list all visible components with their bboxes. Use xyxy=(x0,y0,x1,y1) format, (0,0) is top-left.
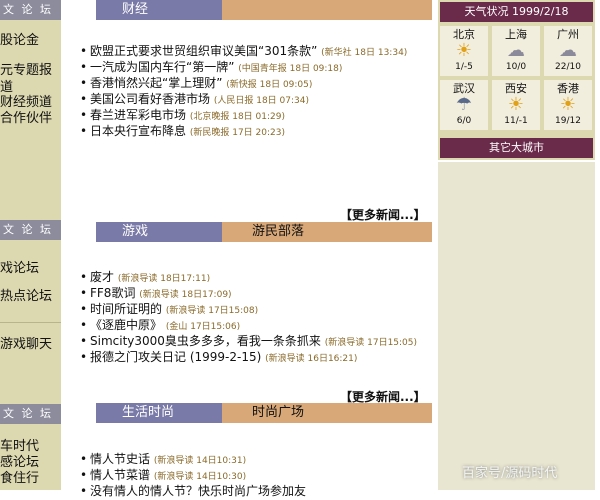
left-sidebar: 文 论 坛 股论金 元专题报道 财经频道 合作伙伴 文 论 坛 戏论坛 热点论坛… xyxy=(0,0,61,490)
sidebar-item-hot-forum[interactable]: 热点论坛 xyxy=(0,288,61,305)
life-section-bar: 生活时尚 时尚广场 xyxy=(96,403,432,423)
sidebar-item-living[interactable]: 食住行 xyxy=(0,470,61,487)
tab-fashion-square[interactable]: 时尚广场 xyxy=(222,403,432,423)
list-item[interactable]: 一汽成为国内车行“第一牌” (中国青年报 18日 09:18) xyxy=(80,60,430,76)
weather-panel: 天气状况 1999/2/18 北京 ☀ 1/-5 上海 ☁ 10/0 广州 ☁ … xyxy=(438,0,595,160)
list-item[interactable]: 情人节史话 (新浪导读 14日10:31) xyxy=(80,452,430,468)
tab-lifestyle[interactable]: 生活时尚 xyxy=(96,403,222,423)
tab-gamer-tribe[interactable]: 游民部落 xyxy=(222,222,432,242)
other-cities-link[interactable]: 其它大城市 xyxy=(440,138,593,158)
weather-city-shanghai[interactable]: 上海 ☁ 10/0 xyxy=(492,26,540,76)
sun-icon: ☀ xyxy=(559,94,577,115)
life-news-list: 情人节史话 (新浪导读 14日10:31) 情人节菜谱 (新浪导读 14日10:… xyxy=(80,452,430,500)
list-item[interactable]: Simcity3000臭虫多多多，看我一条条抓来 (新浪导读 17日15:05) xyxy=(80,334,430,350)
list-item[interactable]: 没有情人的情人节？快乐时尚广场参加友 xyxy=(80,484,430,500)
list-item[interactable]: 情人节菜谱 (新浪导读 14日10:30) xyxy=(80,468,430,484)
games-section-bar: 游戏 游民部落 xyxy=(96,222,432,242)
list-item[interactable]: 时间所证明的 (新浪导读 17日15:08) xyxy=(80,302,430,318)
weather-city-guangzhou[interactable]: 广州 ☁ 22/10 xyxy=(544,26,592,76)
sidebar-item-game-forum[interactable]: 戏论坛 xyxy=(0,260,61,277)
sidebar-item-finance-channel[interactable]: 财经频道 xyxy=(0,94,61,111)
right-column-fill xyxy=(438,162,595,490)
finance-more-link[interactable]: 【更多新闻...】 xyxy=(340,206,426,223)
list-item[interactable]: 香港悄然兴起“掌上理财” (新快报 18日 09:05) xyxy=(80,76,430,92)
list-item[interactable]: 欧盟正式要求世贸组织审议美国“301条款” (新华社 18日 13:34) xyxy=(80,44,430,60)
weather-header: 天气状况 1999/2/18 xyxy=(440,2,593,22)
weather-city-hongkong[interactable]: 香港 ☀ 19/12 xyxy=(544,80,592,130)
games-news-list: 废才 (新浪导读 18日17:11) FF8歌词 (新浪导读 18日17:09)… xyxy=(80,270,430,366)
list-item[interactable]: 美国公司看好香港市场 (人民日报 18日 07:34) xyxy=(80,92,430,108)
sidebar-item-emotion-forum[interactable]: 感论坛 xyxy=(0,454,61,471)
sun-icon: ☀ xyxy=(455,40,473,61)
finance-section-bar: 财经 xyxy=(96,0,432,20)
sidebar-item-game-chat[interactable]: 游戏聊天 xyxy=(0,336,61,353)
sidebar-item-special-report[interactable]: 元专题报道 xyxy=(0,62,61,96)
sidebar-item-stock[interactable]: 股论金 xyxy=(0,32,61,49)
weather-city-wuhan[interactable]: 武汉 ☂ 6/0 xyxy=(440,80,488,130)
list-item[interactable]: 春兰进军彩电市场 (北京晚报 18日 01:29) xyxy=(80,108,430,124)
main-content: 财经 欧盟正式要求世贸组织审议美国“301条款” (新华社 18日 13:34)… xyxy=(68,0,436,498)
watermark: 百家号/源码时代 xyxy=(462,466,558,481)
tab-games[interactable]: 游戏 xyxy=(96,222,222,242)
list-item[interactable]: 废才 (新浪导读 18日17:11) xyxy=(80,270,430,286)
list-item[interactable]: 日本央行宣布降息 (新民晚报 17日 20:23) xyxy=(80,124,430,140)
weather-city-xian[interactable]: 西安 ☀ 11/-1 xyxy=(492,80,540,130)
sidebar-divider xyxy=(0,322,61,323)
sidebar-header-3: 文 论 坛 xyxy=(0,404,61,424)
list-item[interactable]: FF8歌词 (新浪导读 18日17:09) xyxy=(80,286,430,302)
sidebar-item-car-era[interactable]: 车时代 xyxy=(0,438,61,455)
cloud-icon: ☁ xyxy=(507,40,525,61)
finance-news-list: 欧盟正式要求世贸组织审议美国“301条款” (新华社 18日 13:34) 一汽… xyxy=(80,44,430,140)
sidebar-item-partners[interactable]: 合作伙伴 xyxy=(0,110,61,127)
list-item[interactable]: 《逐鹿中原》 (金山 17日15:06) xyxy=(80,318,430,334)
weather-city-beijing[interactable]: 北京 ☀ 1/-5 xyxy=(440,26,488,76)
cloud-icon: ☁ xyxy=(559,40,577,61)
sidebar-header-2: 文 论 坛 xyxy=(0,220,61,240)
sidebar-header-1: 文 论 坛 xyxy=(0,0,61,20)
sun-icon: ☀ xyxy=(507,94,525,115)
rain-icon: ☂ xyxy=(455,94,473,115)
tab-finance-right xyxy=(222,0,432,20)
list-item[interactable]: 报德之门攻关日记 (1999-2-15) (新浪导读 16日16:21) xyxy=(80,350,430,366)
tab-finance[interactable]: 财经 xyxy=(96,0,222,20)
